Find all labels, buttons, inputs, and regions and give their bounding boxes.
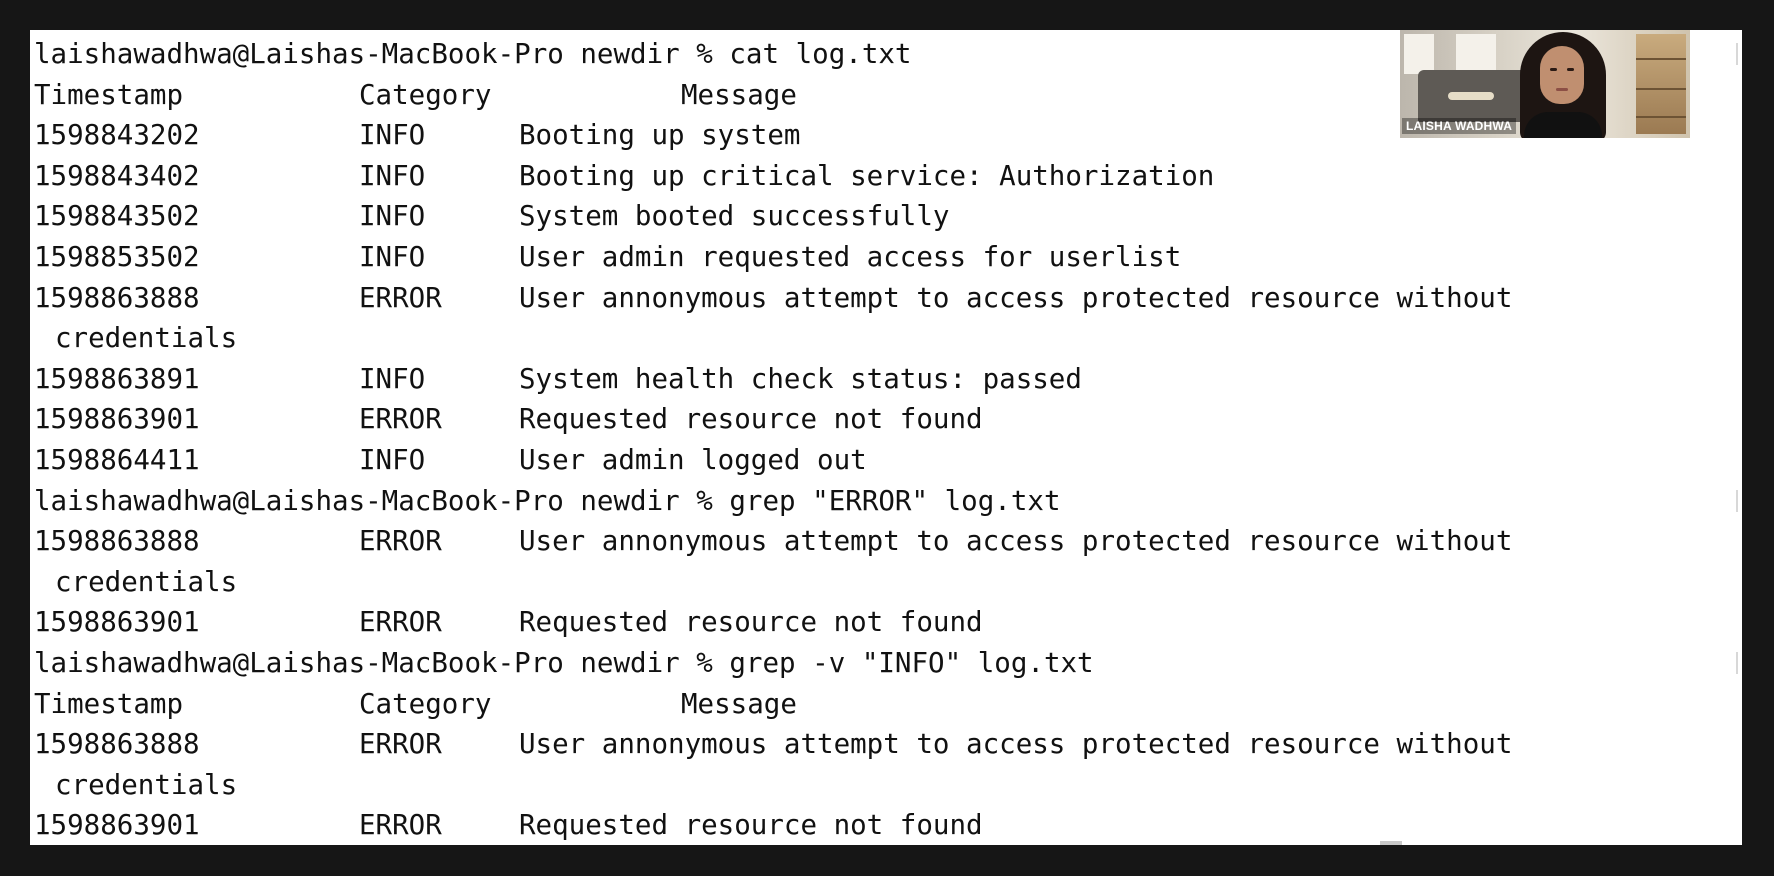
log-message: User annonymous attempt to access protec… xyxy=(519,281,1513,314)
log-row: 1598863891 INFO System health check status… xyxy=(34,359,1742,400)
log-timestamp: 1598863888 xyxy=(34,728,200,761)
line-marker xyxy=(1736,489,1738,512)
log-message: Booting up system xyxy=(519,119,801,152)
shelf-divider xyxy=(1636,116,1686,118)
command-text: laishawadhwa@Laishas-MacBook-Pro newdir … xyxy=(34,38,912,70)
command-line: laishawadhwa@Laishas-MacBook-Pro newdir … xyxy=(34,481,1742,522)
header-message: Message xyxy=(681,687,797,720)
log-category: INFO xyxy=(359,443,426,476)
log-row: 1598843502 INFO System booted successfully xyxy=(34,196,1742,237)
log-timestamp: 1598843502 xyxy=(34,200,200,233)
log-message: System health check status: passed xyxy=(519,362,1082,395)
log-message: Booting up critical service: Authorizati… xyxy=(519,159,1215,192)
log-category: ERROR xyxy=(359,606,442,639)
log-message: System booted successfully xyxy=(519,200,950,233)
log-timestamp: 1598864411 xyxy=(34,443,200,476)
terminal-output: laishawadhwa@Laishas-MacBook-Pro newdir … xyxy=(34,34,1742,845)
speaker-face xyxy=(1540,46,1584,104)
log-message: User admin requested access for userlist xyxy=(519,240,1182,273)
command-text: laishawadhwa@Laishas-MacBook-Pro newdir … xyxy=(34,646,1094,679)
log-timestamp: 1598843202 xyxy=(34,119,200,152)
wrapped-line: credentials xyxy=(34,562,1742,603)
header-message: Message xyxy=(681,78,797,111)
log-timestamp: 1598853502 xyxy=(34,240,200,273)
log-category: ERROR xyxy=(359,809,442,842)
log-row: 1598863901 ERROR Requested resource not fo… xyxy=(34,805,1742,845)
log-category: INFO xyxy=(359,200,426,233)
speaker-eye xyxy=(1550,68,1557,71)
log-category: ERROR xyxy=(359,403,442,436)
scroll-indicator[interactable] xyxy=(1380,841,1402,845)
log-category: INFO xyxy=(359,119,426,152)
log-message: User annonymous attempt to access protec… xyxy=(519,525,1513,558)
command-line: laishawadhwa@Laishas-MacBook-Pro newdir … xyxy=(34,643,1742,684)
command-text: laishawadhwa@Laishas-MacBook-Pro newdir … xyxy=(34,484,1061,517)
line-marker xyxy=(1736,43,1738,65)
log-row: 1598864411 INFO User admin logged out xyxy=(34,440,1742,481)
log-message: User admin logged out xyxy=(519,443,867,476)
wrapped-text: credentials xyxy=(55,768,238,801)
video-frame: laishawadhwa@Laishas-MacBook-Pro newdir … xyxy=(0,0,1774,876)
log-row: 1598853502 INFO User admin requested acces… xyxy=(34,237,1742,278)
speaker-eye xyxy=(1567,68,1574,71)
log-message: Requested resource not found xyxy=(519,606,983,639)
terminal-window[interactable]: laishawadhwa@Laishas-MacBook-Pro newdir … xyxy=(30,30,1742,845)
background-shelf xyxy=(1636,34,1686,134)
log-message: Requested resource not found xyxy=(519,403,983,436)
background-window xyxy=(1456,34,1496,74)
log-category: ERROR xyxy=(359,525,442,558)
log-category: ERROR xyxy=(359,728,442,761)
log-message: User annonymous attempt to access protec… xyxy=(519,728,1513,761)
log-timestamp: 1598863901 xyxy=(34,606,200,639)
log-row: 1598863888 ERROR User annonymous attempt t… xyxy=(34,278,1742,319)
wrapped-text: credentials xyxy=(55,565,238,598)
log-header-row: Timestamp Category Message xyxy=(34,684,1742,725)
log-category: INFO xyxy=(359,362,426,395)
log-row: 1598863901 ERROR Requested resource not fo… xyxy=(34,602,1742,643)
log-timestamp: 1598843402 xyxy=(34,159,200,192)
log-timestamp: 1598863901 xyxy=(34,403,200,436)
wrapped-line: credentials xyxy=(34,318,1742,359)
log-category: INFO xyxy=(359,240,426,273)
log-row: 1598863888 ERROR User annonymous attempt t… xyxy=(34,521,1742,562)
log-timestamp: 1598863891 xyxy=(34,362,200,395)
background-window xyxy=(1404,34,1434,74)
header-timestamp: Timestamp xyxy=(34,78,184,111)
wrapped-text: credentials xyxy=(55,322,238,355)
header-category: Category xyxy=(359,687,492,720)
header-category: Category xyxy=(359,78,492,111)
webcam-overlay: LAISHA WADHWA xyxy=(1400,30,1690,138)
log-category: INFO xyxy=(359,159,426,192)
log-timestamp: 1598863901 xyxy=(34,809,200,842)
shelf-divider xyxy=(1636,58,1686,60)
line-marker xyxy=(1736,651,1738,674)
log-message: Requested resource not found xyxy=(519,809,983,842)
log-category: ERROR xyxy=(359,281,442,314)
shelf-divider xyxy=(1636,88,1686,90)
speaker-mouth xyxy=(1556,88,1568,91)
participant-name-label: LAISHA WADHWA xyxy=(1402,118,1517,134)
background-table xyxy=(1448,92,1494,100)
log-row: 1598863901 ERROR Requested resource not fo… xyxy=(34,399,1742,440)
wrapped-line: credentials xyxy=(34,765,1742,806)
log-row: 1598863888 ERROR User annonymous attempt t… xyxy=(34,724,1742,765)
speaker-shirt xyxy=(1524,112,1602,138)
log-timestamp: 1598863888 xyxy=(34,281,200,314)
log-row: 1598843402 INFO Booting up critical servic… xyxy=(34,156,1742,197)
header-timestamp: Timestamp xyxy=(34,687,184,720)
log-timestamp: 1598863888 xyxy=(34,525,200,558)
